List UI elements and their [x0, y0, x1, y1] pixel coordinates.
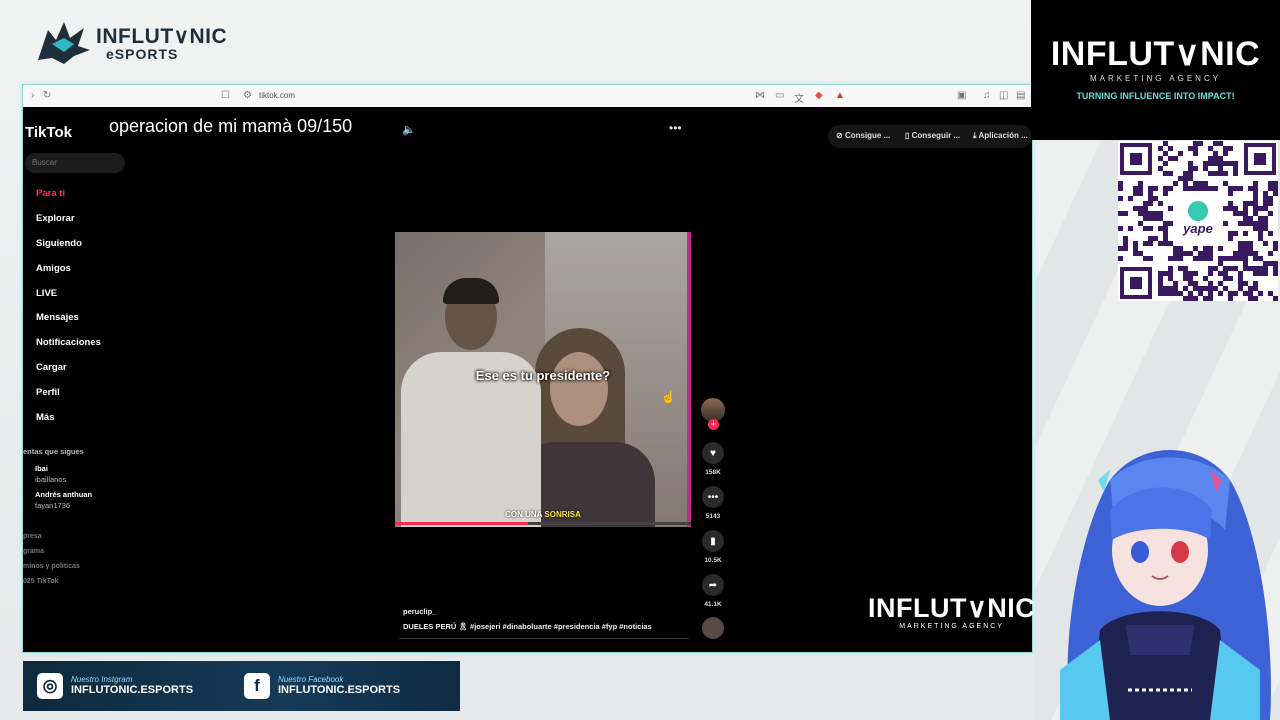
agency-tagline: TURNING INFLUENCE INTO IMPACT! — [1076, 91, 1235, 101]
hand-cursor-icon: ☝ — [661, 390, 676, 404]
follow-plus-icon[interactable]: + — [708, 419, 719, 430]
marketing-agency-banner: INFLUT∨NIC MARKETING AGENCY TURNING INFL… — [1031, 0, 1280, 140]
following-account[interactable]: Andrés anthuan fayan1736 — [35, 489, 92, 511]
nav-notifications[interactable]: Notificaciones — [36, 337, 101, 348]
share-count: 41.1K — [704, 601, 722, 608]
agency-name: INFLUT∨NIC — [1050, 35, 1261, 73]
nav-messages[interactable]: Mensajes — [36, 312, 79, 323]
nav-friends[interactable]: Amigos — [36, 263, 71, 274]
desktop-app-button[interactable]: ⤓ Aplicación ... — [973, 131, 1028, 152]
nav-following[interactable]: Siguiendo — [36, 238, 82, 249]
sidebar-toggle-icon[interactable]: ▣ — [957, 90, 966, 101]
divider — [399, 638, 689, 639]
media-icon[interactable]: ♫ — [983, 90, 991, 101]
search-input[interactable]: Buscar — [25, 153, 125, 173]
like-count: 158K — [705, 469, 721, 476]
brave-shield-icon[interactable]: ◆ — [815, 90, 823, 101]
nav-profile[interactable]: Perfil — [36, 387, 60, 398]
nav-live[interactable]: LIVE — [36, 288, 57, 299]
video-username[interactable]: peruclip_ — [403, 607, 436, 616]
bookmark-count: 10.5K — [704, 557, 722, 564]
comment-icon[interactable]: ••• — [702, 486, 724, 508]
tiktok-logo[interactable]: TikTok — [25, 124, 72, 141]
site-info-icon[interactable]: ⚙ — [243, 90, 252, 101]
video-progress-fill — [395, 522, 529, 525]
footer-link[interactable]: minos y políticas — [23, 563, 80, 570]
yape-logo-icon — [1188, 201, 1208, 221]
video-subcaption: CON UNA SONRISA — [505, 510, 581, 519]
extension-icon[interactable]: ⋈ — [755, 90, 765, 101]
get-coins-button[interactable]: ⊘ Consigue ... — [836, 131, 890, 152]
footer-link[interactable]: presa — [23, 533, 42, 540]
reload-icon[interactable]: ↻ — [43, 90, 51, 101]
following-accounts-header: entas que sigues — [23, 447, 84, 456]
bookmark-page-icon[interactable]: ☐ — [221, 90, 230, 101]
profile-icon[interactable]: ◫ — [999, 90, 1008, 101]
cast-icon[interactable]: ▭ — [775, 90, 784, 101]
wolf-mascot-icon — [38, 22, 90, 64]
browser-window: › ↻ ☐ ⚙ tiktok.com ⋈ ▭ 文 ◆ ▲ ▣ ♫ ◫ ▤ Tik… — [22, 84, 1036, 653]
social-links-bar: ◎ Nuestro Instgram INFLUTONIC.ESPORTS f … — [23, 661, 460, 711]
agency-subtitle: MARKETING AGENCY — [1089, 74, 1222, 83]
influtonic-watermark: INFLUT∨NIC MARKETING AGENCY — [868, 593, 1036, 631]
heart-icon[interactable]: ♥ — [702, 442, 724, 464]
video-caption: Ese es tu presidente? — [475, 368, 611, 383]
menu-icon[interactable]: ▤ — [1016, 90, 1025, 101]
facebook-icon: f — [244, 673, 270, 699]
video-player[interactable]: Ese es tu presidente? CON UNA SONRISA — [395, 232, 691, 527]
music-disc-icon[interactable] — [702, 617, 724, 639]
footer-link[interactable]: grama — [23, 548, 44, 555]
nav-explore[interactable]: Explorar — [36, 213, 75, 224]
logo-text-sub: eSPORTS — [106, 45, 179, 62]
back-icon[interactable]: › — [31, 90, 34, 101]
video-progress-bar[interactable] — [395, 522, 691, 525]
influtonic-esports-logo: INFLUT∨NIC eSPORTS — [34, 20, 227, 66]
address-bar: › ↻ ☐ ⚙ tiktok.com ⋈ ▭ 文 ◆ ▲ ▣ ♫ ◫ ▤ — [23, 85, 1032, 108]
stream-title: operacion de mi mamà 09/150 — [109, 116, 353, 136]
yape-logo-icon: yape — [1182, 221, 1213, 236]
share-icon[interactable]: ➦ — [702, 574, 724, 596]
get-app-button[interactable]: ▯ Conseguir ... — [905, 131, 960, 152]
tiktok-page: TikTok operacion de mi mamà 09/150 🔈 •••… — [23, 107, 1036, 652]
rewards-icon[interactable]: ▲ — [835, 90, 845, 101]
video-description: DUELES PERÚ 🎗 #josejeri #dinaboluarte #p… — [403, 622, 652, 631]
nav-for-you[interactable]: Para ti — [36, 188, 65, 199]
translate-icon[interactable]: 文 — [794, 90, 804, 105]
nav-more[interactable]: Más — [36, 412, 54, 423]
yape-qr-code: yape — [1118, 141, 1278, 301]
instagram-icon: ◎ — [37, 673, 63, 699]
vtuber-avatar — [1060, 450, 1271, 720]
logo-text-main: INFLUT∨NIC — [96, 24, 228, 48]
copyright-text: 025 TikTok — [23, 578, 59, 585]
following-account[interactable]: Ibai ibaillanos — [35, 463, 66, 485]
instagram-link[interactable]: ◎ Nuestro Instgram INFLUTONIC.ESPORTS — [37, 669, 193, 703]
facebook-link[interactable]: f Nuestro Facebook INFLUTONIC.ESPORTS — [244, 669, 400, 703]
nav-upload[interactable]: Cargar — [36, 362, 67, 373]
more-options-icon[interactable]: ••• — [669, 121, 682, 135]
url-text[interactable]: tiktok.com — [259, 91, 295, 100]
search-placeholder: Buscar — [32, 158, 57, 167]
comment-count: 5143 — [705, 513, 721, 520]
volume-icon[interactable]: 🔈 — [402, 123, 416, 136]
bookmark-icon[interactable]: ▮ — [702, 530, 724, 552]
